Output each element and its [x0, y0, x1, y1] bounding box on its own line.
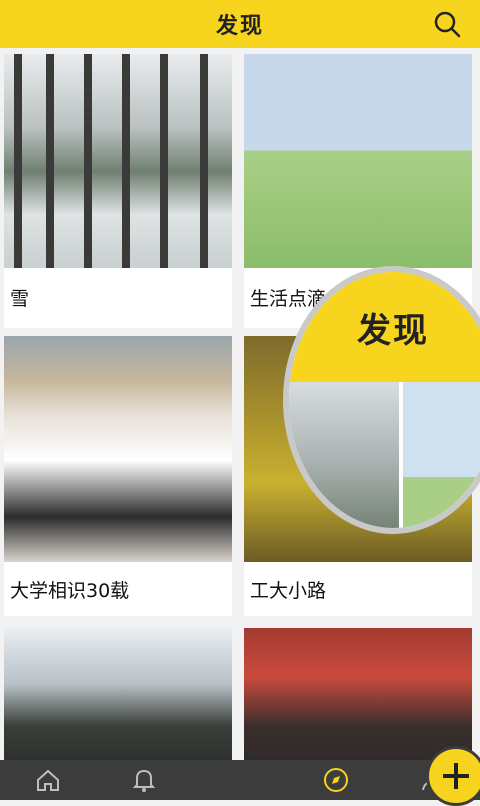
bubble-label: 发现 [357, 310, 429, 351]
post-card[interactable]: 雪 [4, 54, 232, 328]
search-icon [434, 11, 461, 38]
post-caption: 工大小路 [250, 580, 327, 602]
post-caption: 大学相识30载 [10, 580, 130, 602]
compass-icon [324, 768, 348, 792]
add-icon [443, 763, 469, 789]
bubble-image-right [403, 382, 480, 528]
bubble-image-left [289, 382, 399, 528]
nav-notifications[interactable] [120, 760, 168, 800]
nav-discover[interactable] [312, 760, 360, 800]
post-image [244, 54, 472, 268]
post-card[interactable]: 大学相识30载 [4, 336, 232, 616]
home-icon [37, 769, 59, 791]
discover-preview-bubble: 发现 [283, 266, 480, 534]
post-image [4, 336, 232, 562]
post-card[interactable] [244, 628, 472, 760]
post-caption: 雪 [10, 288, 30, 310]
window-bars [4, 54, 232, 268]
post-image [244, 628, 472, 760]
nav-add[interactable] [216, 746, 480, 806]
nav-home[interactable] [24, 760, 72, 800]
page-title: 发现 [215, 14, 264, 39]
post-image [4, 628, 232, 760]
bottom-navigation [0, 746, 480, 806]
post-card[interactable] [4, 628, 232, 760]
search-button[interactable] [432, 9, 462, 39]
bell-icon [132, 769, 156, 792]
bubble-header: 发现 [289, 272, 480, 382]
post-image [4, 54, 232, 268]
top-app-bar: 发现 [0, 0, 480, 48]
add-button[interactable] [426, 746, 480, 806]
